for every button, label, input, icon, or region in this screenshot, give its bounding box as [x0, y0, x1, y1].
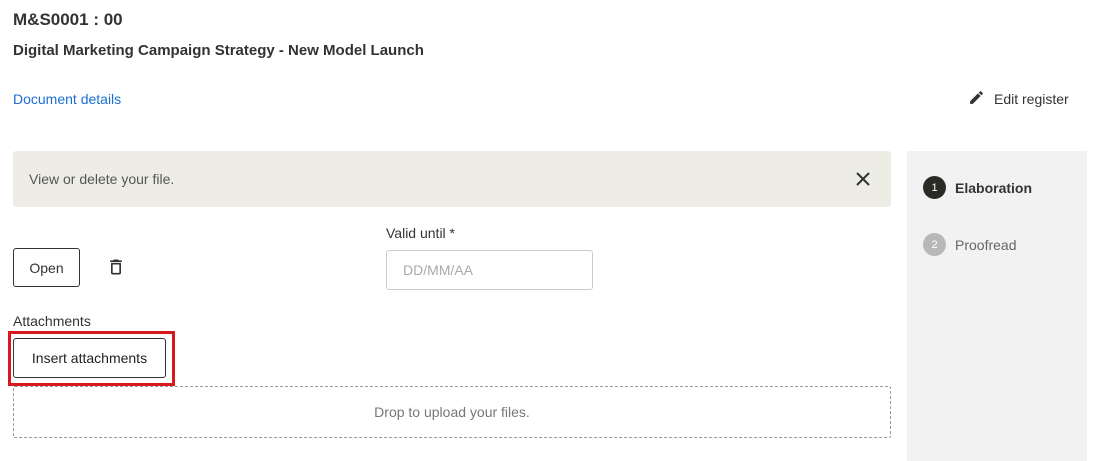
document-code: M&S0001 : 00 [13, 10, 123, 29]
document-details-link[interactable]: Document details [13, 91, 121, 107]
close-icon[interactable] [853, 169, 873, 189]
step-proofread[interactable]: 2 Proofread [923, 233, 1016, 256]
edit-register-label: Edit register [994, 91, 1069, 107]
document-page: M&S0001 : 00 Digital Marketing Campaign … [0, 0, 1096, 461]
step-label: Elaboration [955, 179, 1033, 196]
drop-zone-text: Drop to upload your files. [374, 404, 530, 420]
document-title: Digital Marketing Campaign Strategy - Ne… [13, 42, 424, 59]
pencil-icon [968, 89, 985, 109]
insert-attachments-button[interactable]: Insert attachments [13, 338, 166, 378]
open-file-button[interactable]: Open [13, 248, 80, 287]
trash-icon[interactable] [106, 257, 126, 277]
step-number-badge: 2 [923, 233, 946, 256]
workflow-steps-panel: 1 Elaboration 2 Proofread [907, 151, 1087, 461]
step-number-badge: 1 [923, 176, 946, 199]
step-elaboration[interactable]: 1 Elaboration [923, 176, 1032, 199]
valid-until-label: Valid until * [386, 225, 456, 241]
attachments-label: Attachments [13, 313, 91, 329]
info-banner: View or delete your file. [13, 151, 891, 207]
valid-until-input[interactable] [386, 250, 593, 290]
file-drop-zone[interactable]: Drop to upload your files. [13, 386, 891, 438]
edit-register-button[interactable]: Edit register [968, 89, 1069, 109]
banner-message: View or delete your file. [29, 171, 175, 187]
step-label: Proofread [955, 236, 1017, 253]
